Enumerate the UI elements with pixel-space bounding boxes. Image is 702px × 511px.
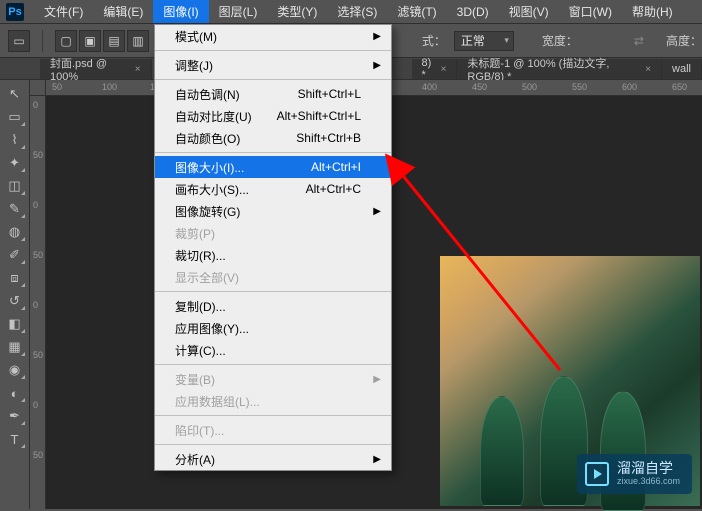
menu-crop: 裁剪(P) <box>155 222 391 244</box>
menu-auto-tone[interactable]: 自动色调(N)Shift+Ctrl+L <box>155 83 391 105</box>
height-label: 高度： <box>666 32 702 49</box>
menu-help[interactable]: 帮助(H) <box>622 0 683 23</box>
stamp-tool-icon[interactable]: ⧈ <box>4 268 26 288</box>
history-brush-tool-icon[interactable]: ↺ <box>4 291 26 311</box>
play-icon <box>585 462 609 486</box>
lasso-tool-icon[interactable]: ⌇ <box>4 130 26 150</box>
menu-bar: Ps 文件(F) 编辑(E) 图像(I) 图层(L) 类型(Y) 选择(S) 滤… <box>0 0 702 24</box>
menu-mode[interactable]: 模式(M)▶ <box>155 25 391 47</box>
menu-auto-contrast[interactable]: 自动对比度(U)Alt+Shift+Ctrl+L <box>155 105 391 127</box>
menu-trap: 陷印(T)... <box>155 419 391 441</box>
menu-select[interactable]: 选择(S) <box>327 0 387 23</box>
image-menu-dropdown: 模式(M)▶ 调整(J)▶ 自动色调(N)Shift+Ctrl+L 自动对比度(… <box>154 24 392 471</box>
ruler-vertical[interactable]: 0 50 0 50 0 50 0 50 <box>30 96 46 509</box>
menu-apply-image[interactable]: 应用图像(Y)... <box>155 317 391 339</box>
type-tool-icon[interactable]: T <box>4 429 26 449</box>
move-tool-icon[interactable]: ↖ <box>4 84 26 104</box>
watermark-title: 溜溜自学 <box>617 461 680 476</box>
menu-window[interactable]: 窗口(W) <box>559 0 622 23</box>
mode-subtract-icon[interactable]: ▤ <box>103 30 125 52</box>
submenu-arrow-icon: ▶ <box>373 60 381 71</box>
eraser-tool-icon[interactable]: ◧ <box>4 314 26 334</box>
submenu-arrow-icon: ▶ <box>373 454 381 465</box>
menu-analysis[interactable]: 分析(A)▶ <box>155 448 391 470</box>
brush-tool-icon[interactable]: ✐ <box>4 245 26 265</box>
mode-add-icon[interactable]: ▣ <box>79 30 101 52</box>
menu-adjustments[interactable]: 调整(J)▶ <box>155 54 391 76</box>
menu-calculations[interactable]: 计算(C)... <box>155 339 391 361</box>
crop-tool-icon[interactable]: ◫ <box>4 176 26 196</box>
watermark-badge: 溜溜自学 zixue.3d66.com <box>577 454 692 494</box>
submenu-arrow-icon: ▶ <box>373 374 381 385</box>
tool-panel: ↖ ▭ ⌇ ✦ ◫ ✎ ◍ ✐ ⧈ ↺ ◧ ▦ ◉ ◐ ✒ T <box>0 80 30 509</box>
blur-tool-icon[interactable]: ◉ <box>4 360 26 380</box>
style-select[interactable]: 正常 <box>454 31 514 51</box>
ruler-corner <box>30 80 46 96</box>
marquee-mode-group: ▢ ▣ ▤ ▥ <box>55 30 149 52</box>
menu-image-rotation[interactable]: 图像旋转(G)▶ <box>155 200 391 222</box>
menu-variables: 变量(B)▶ <box>155 368 391 390</box>
menu-layer[interactable]: 图层(L) <box>209 0 268 23</box>
tool-preset-icon[interactable]: ▭ <box>8 30 30 52</box>
mode-intersect-icon[interactable]: ▥ <box>127 30 149 52</box>
menu-image[interactable]: 图像(I) <box>153 0 208 23</box>
menu-apply-dataset: 应用数据组(L)... <box>155 390 391 412</box>
menu-filter[interactable]: 滤镜(T) <box>387 0 446 23</box>
menu-type[interactable]: 类型(Y) <box>267 0 327 23</box>
style-label: 式： <box>422 32 446 49</box>
width-label: 宽度： <box>542 32 578 49</box>
mode-new-icon[interactable]: ▢ <box>55 30 77 52</box>
tab-doc-4[interactable]: wall <box>662 59 702 79</box>
healing-brush-tool-icon[interactable]: ◍ <box>4 222 26 242</box>
dodge-tool-icon[interactable]: ◐ <box>4 383 26 403</box>
pen-tool-icon[interactable]: ✒ <box>4 406 26 426</box>
menu-trim[interactable]: 裁切(R)... <box>155 244 391 266</box>
tab-doc-2[interactable]: 8) *× <box>412 59 458 79</box>
eyedropper-tool-icon[interactable]: ✎ <box>4 199 26 219</box>
menu-reveal-all: 显示全部(V) <box>155 266 391 288</box>
submenu-arrow-icon: ▶ <box>373 206 381 217</box>
menu-file[interactable]: 文件(F) <box>34 0 93 23</box>
menu-view[interactable]: 视图(V) <box>499 0 559 23</box>
menu-canvas-size[interactable]: 画布大小(S)...Alt+Ctrl+C <box>155 178 391 200</box>
close-icon[interactable]: × <box>441 64 447 75</box>
app-logo: Ps <box>6 3 24 21</box>
gradient-tool-icon[interactable]: ▦ <box>4 337 26 357</box>
tab-doc-3[interactable]: 未标题-1 @ 100% (描边文字, RGB/8) *× <box>457 59 662 79</box>
magic-wand-tool-icon[interactable]: ✦ <box>4 153 26 173</box>
watermark-url: zixue.3d66.com <box>617 477 680 487</box>
submenu-arrow-icon: ▶ <box>373 31 381 42</box>
menu-3d[interactable]: 3D(D) <box>447 2 499 22</box>
menu-auto-color[interactable]: 自动颜色(O)Shift+Ctrl+B <box>155 127 391 149</box>
menu-duplicate[interactable]: 复制(D)... <box>155 295 391 317</box>
close-icon[interactable]: × <box>645 64 651 75</box>
marquee-tool-icon[interactable]: ▭ <box>4 107 26 127</box>
menu-edit[interactable]: 编辑(E) <box>93 0 153 23</box>
menu-image-size[interactable]: 图像大小(I)...Alt+Ctrl+I <box>155 156 391 178</box>
tab-doc-1[interactable]: 封面.psd @ 100%× <box>40 59 152 79</box>
close-icon[interactable]: × <box>135 64 141 75</box>
